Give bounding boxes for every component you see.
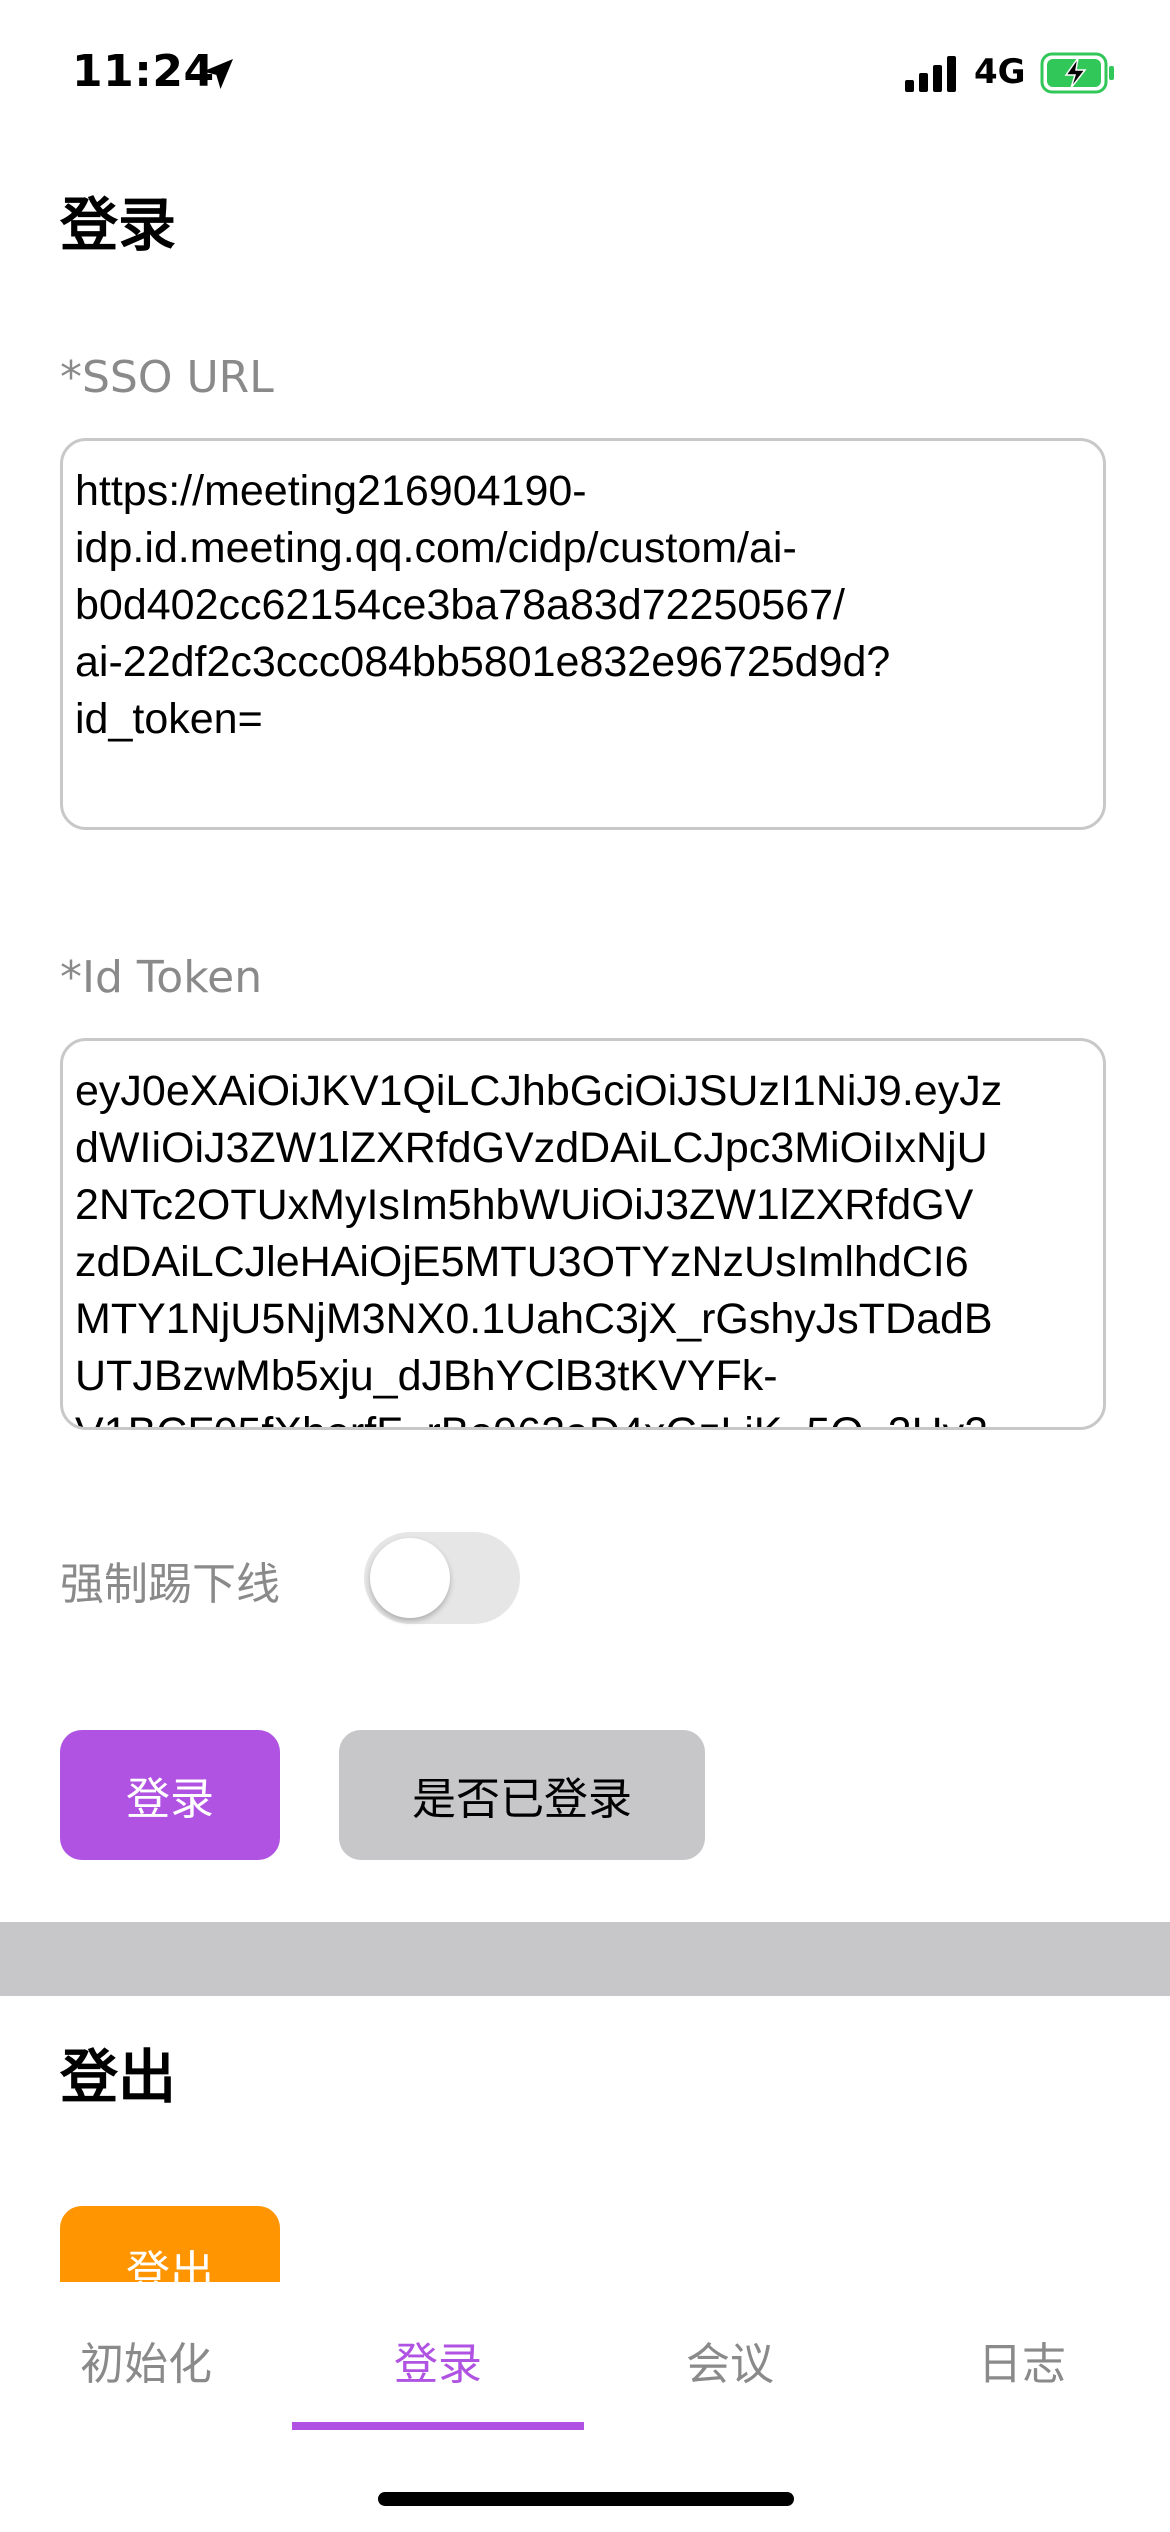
force-offline-label: 强制踢下线 (60, 1559, 280, 1610)
tab-init[interactable]: 初始化 (0, 2328, 292, 2392)
tab-meeting[interactable]: 会议 (584, 2328, 876, 2392)
login-button[interactable]: 登录 (60, 1730, 280, 1860)
sso-url-label: *SSO URL (60, 352, 274, 403)
section-divider (0, 1922, 1170, 1996)
scroll-content[interactable]: 登录 *SSO URL https://meeting216904190- id… (0, 0, 1170, 2282)
tab-log[interactable]: 日志 (876, 2328, 1168, 2392)
tab-bar: 初始化 登录 会议 日志 (0, 2282, 1170, 2532)
home-indicator[interactable] (378, 2492, 794, 2506)
id-token-value: eyJ0eXAiOiJKV1QiLCJhbGciOiJSUzI1NiJ9.eyJ… (75, 1067, 1003, 1427)
active-tab-indicator (292, 2422, 584, 2430)
logout-button[interactable]: 登出 (60, 2206, 280, 2282)
login-title: 登录 (60, 191, 177, 259)
toggle-knob (370, 1538, 450, 1618)
check-login-button[interactable]: 是否已登录 (339, 1730, 705, 1860)
force-offline-toggle[interactable] (364, 1532, 520, 1624)
sso-url-input[interactable]: https://meeting216904190- idp.id.meeting… (60, 438, 1106, 830)
sso-url-value: https://meeting216904190- idp.id.meeting… (75, 467, 891, 743)
id-token-label: *Id Token (60, 952, 263, 1003)
logout-title: 登出 (60, 2043, 177, 2111)
id-token-input[interactable]: eyJ0eXAiOiJKV1QiLCJhbGciOiJSUzI1NiJ9.eyJ… (60, 1038, 1106, 1430)
tab-login[interactable]: 登录 (292, 2328, 584, 2392)
